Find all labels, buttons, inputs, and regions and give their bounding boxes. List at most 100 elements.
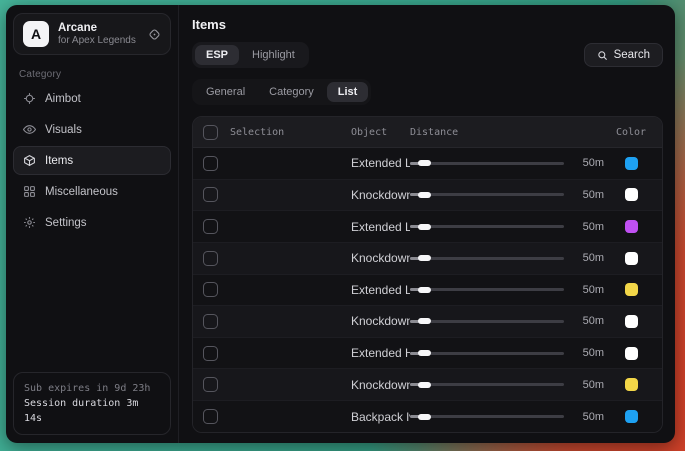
app-header-card: A Arcane for Apex Legends	[13, 13, 171, 55]
sidebar-item-settings[interactable]: Settings	[13, 208, 171, 237]
mode-tabs: ESP Highlight	[192, 42, 309, 68]
row-checkbox[interactable]	[203, 156, 218, 171]
table-row: Knockdown Shield lvl. 3 50m	[193, 306, 662, 338]
category-label: Category	[19, 69, 171, 80]
row-checkbox[interactable]	[203, 314, 218, 329]
search-icon	[597, 50, 608, 61]
table-row: Knockdown Shield lvl. 4 50m	[193, 369, 662, 401]
distance-slider[interactable]	[410, 288, 564, 291]
slider-thumb[interactable]	[418, 318, 431, 324]
distance-slider[interactable]	[410, 415, 564, 418]
session-duration-text: Session duration 3m 14s	[24, 396, 160, 426]
color-swatch[interactable]	[625, 410, 638, 423]
column-header-color: Color	[610, 127, 652, 138]
sidebar-item-aimbot[interactable]: Aimbot	[13, 84, 171, 113]
search-button-label: Search	[614, 49, 650, 61]
tab-list[interactable]: List	[327, 82, 369, 102]
color-swatch[interactable]	[625, 220, 638, 233]
distance-slider[interactable]	[410, 320, 564, 323]
row-distance-value: 50m	[576, 315, 604, 327]
row-checkbox[interactable]	[203, 251, 218, 266]
sidebar-item-visuals[interactable]: Visuals	[13, 115, 171, 144]
row-object: Backpack lvl. 1	[351, 410, 410, 424]
row-checkbox[interactable]	[203, 409, 218, 424]
color-swatch[interactable]	[625, 347, 638, 360]
menu-window: A Arcane for Apex Legends Category	[6, 5, 675, 443]
table-body: Extended Light Mag Level 2 50m Knockdown…	[193, 148, 662, 432]
row-checkbox[interactable]	[203, 219, 218, 234]
row-object: Knockdown Shield lvl. 2	[351, 251, 410, 265]
tab-general[interactable]: General	[195, 82, 256, 102]
sidebar-item-miscellaneous[interactable]: Miscellaneous	[13, 177, 171, 206]
row-object: Extended Light Mag Level 2	[351, 156, 410, 170]
slider-thumb[interactable]	[418, 382, 431, 388]
sidebar-nav: Aimbot Visuals Items	[13, 84, 171, 237]
select-all-checkbox[interactable]	[203, 125, 218, 140]
color-swatch[interactable]	[625, 378, 638, 391]
crosshair-icon	[23, 92, 36, 105]
table-row: Extended Light Mag Level 4 50m	[193, 275, 662, 307]
row-object: Extended Light Mag Level 4	[351, 283, 410, 297]
grid-icon	[23, 185, 36, 198]
distance-slider[interactable]	[410, 225, 564, 228]
session-info-card: Sub expires in 9d 23h Session duration 3…	[13, 372, 171, 435]
view-tabs: General Category List	[192, 79, 371, 105]
distance-slider[interactable]	[410, 352, 564, 355]
row-checkbox[interactable]	[203, 282, 218, 297]
sidebar-item-label: Settings	[45, 217, 87, 229]
row-distance-value: 50m	[576, 379, 604, 391]
row-checkbox[interactable]	[203, 187, 218, 202]
color-swatch[interactable]	[625, 188, 638, 201]
tab-highlight[interactable]: Highlight	[241, 45, 306, 65]
distance-slider[interactable]	[410, 162, 564, 165]
color-swatch[interactable]	[625, 157, 638, 170]
row-distance-value: 50m	[576, 157, 604, 169]
tab-esp[interactable]: ESP	[195, 45, 239, 65]
slider-thumb[interactable]	[418, 414, 431, 420]
distance-slider[interactable]	[410, 257, 564, 260]
search-button[interactable]: Search	[584, 43, 663, 67]
table-row: Extended Heavy Mag Level 1 50m	[193, 338, 662, 370]
main-panel: Items ESP Highlight Search General Categ…	[179, 5, 675, 443]
sidebar-item-label: Visuals	[45, 124, 82, 136]
row-distance-value: 50m	[576, 411, 604, 423]
slider-thumb[interactable]	[418, 287, 431, 293]
distance-slider[interactable]	[410, 193, 564, 196]
tab-category[interactable]: Category	[258, 82, 325, 102]
color-swatch[interactable]	[625, 315, 638, 328]
page-title: Items	[192, 17, 663, 32]
row-object: Knockdown Shield lvl. 3	[351, 314, 410, 328]
sidebar: A Arcane for Apex Legends Category	[6, 5, 179, 443]
table-row: Knockdown Shield lvl. 1 50m	[193, 180, 662, 212]
row-object: Extended Heavy Mag Level 1	[351, 346, 410, 360]
column-header-selection: Selection	[230, 127, 284, 138]
table-row: Extended Light Mag Level 2 50m	[193, 148, 662, 180]
sidebar-item-label: Miscellaneous	[45, 186, 118, 198]
row-distance-value: 50m	[576, 347, 604, 359]
color-swatch[interactable]	[625, 252, 638, 265]
row-distance-value: 50m	[576, 252, 604, 264]
row-checkbox[interactable]	[203, 346, 218, 361]
emblem-icon[interactable]	[148, 28, 161, 41]
table-row: Extended Light Mag Level 3 50m	[193, 211, 662, 243]
sidebar-item-items[interactable]: Items	[13, 146, 171, 175]
row-distance-value: 50m	[576, 189, 604, 201]
row-object: Knockdown Shield lvl. 4	[351, 378, 410, 392]
row-checkbox[interactable]	[203, 377, 218, 392]
sidebar-item-label: Aimbot	[45, 93, 81, 105]
eye-icon	[23, 123, 36, 136]
row-distance-value: 50m	[576, 221, 604, 233]
slider-thumb[interactable]	[418, 160, 431, 166]
row-distance-value: 50m	[576, 284, 604, 296]
slider-thumb[interactable]	[418, 224, 431, 230]
slider-thumb[interactable]	[418, 192, 431, 198]
package-icon	[23, 154, 36, 167]
toolbar: ESP Highlight Search	[192, 42, 663, 68]
distance-slider[interactable]	[410, 383, 564, 386]
row-object: Extended Light Mag Level 3	[351, 220, 410, 234]
slider-thumb[interactable]	[418, 255, 431, 261]
slider-thumb[interactable]	[418, 350, 431, 356]
column-header-distance: Distance	[410, 127, 610, 138]
gear-icon	[23, 216, 36, 229]
color-swatch[interactable]	[625, 283, 638, 296]
